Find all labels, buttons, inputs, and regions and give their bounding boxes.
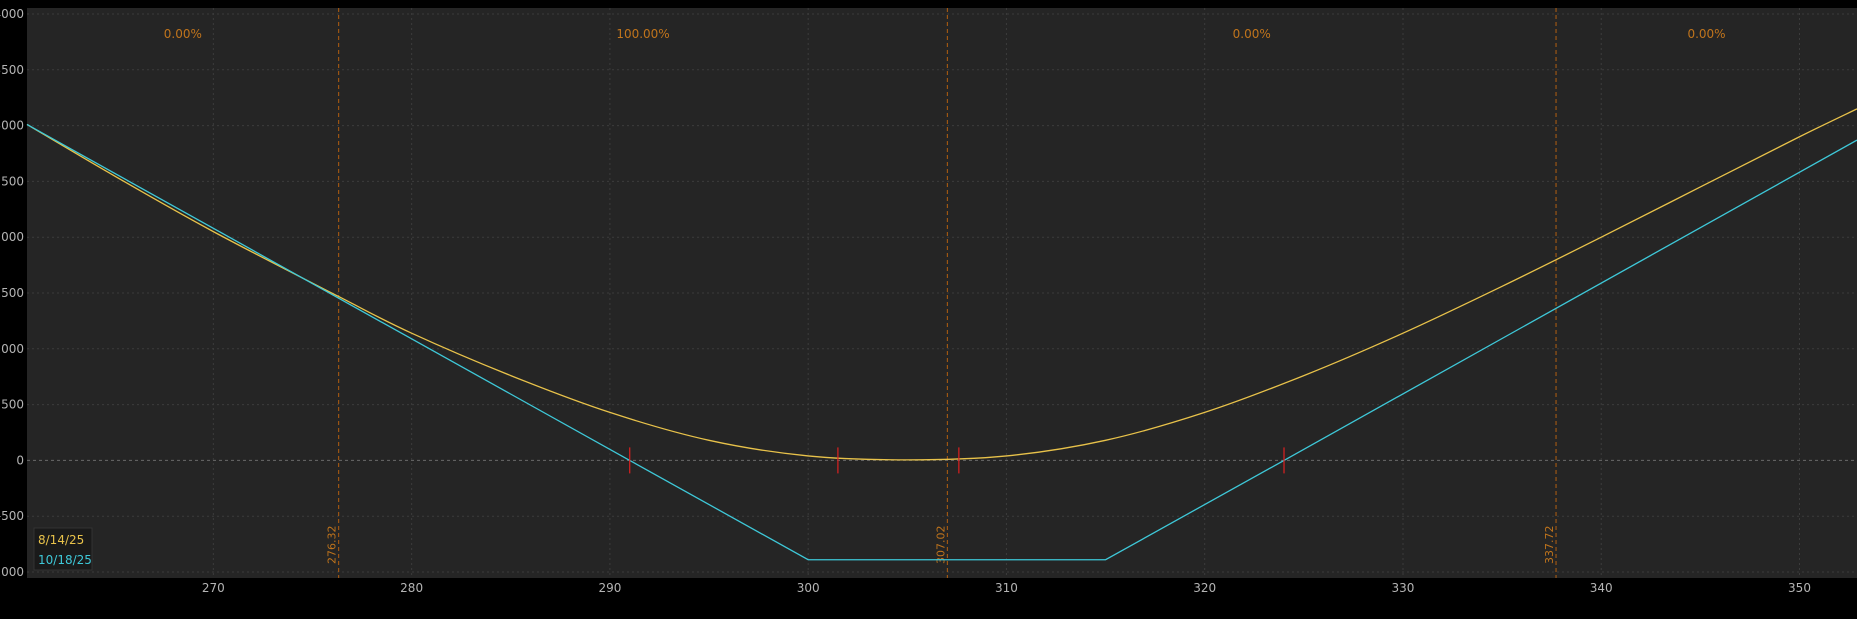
- x-tick-label: 270: [202, 581, 225, 595]
- x-tick-label: 280: [400, 581, 423, 595]
- x-tick-label: 310: [995, 581, 1018, 595]
- y-tick-label: 3500: [0, 63, 24, 77]
- y-tick-label: 1500: [0, 286, 24, 300]
- price-marker-label: 337.72: [1543, 526, 1556, 565]
- y-tick-label: 1000: [0, 342, 24, 356]
- x-tick-label: 300: [797, 581, 820, 595]
- y-tick-label: 3000: [0, 119, 24, 133]
- price-marker-label: 307.02: [934, 526, 947, 565]
- y-tick-label: -500: [0, 509, 24, 523]
- zone-probability-label: 0.00%: [1233, 27, 1271, 41]
- x-tick-label: 350: [1788, 581, 1811, 595]
- pnl-chart: 0.00% 100.00% 0.00% 0.00% 276.32 307.02 337.7…: [0, 0, 1857, 615]
- zone-probability-label: 100.00%: [616, 27, 669, 41]
- y-tick-label: 2000: [0, 230, 24, 244]
- legend-item-8-14-25[interactable]: 8/14/25: [38, 533, 84, 547]
- zone-probability-label: 0.00%: [164, 27, 202, 41]
- y-tick-label: 0: [16, 453, 24, 467]
- y-tick-label: 500: [1, 398, 24, 412]
- chart-svg: 0.00% 100.00% 0.00% 0.00% 276.32 307.02 337.7…: [0, 0, 1857, 615]
- price-marker-label: 276.32: [326, 526, 339, 565]
- x-tick-label: 320: [1193, 581, 1216, 595]
- x-tick-label: 290: [598, 581, 621, 595]
- legend-item-10-18-25[interactable]: 10/18/25: [38, 553, 92, 567]
- legend: 8/14/25 10/18/25: [33, 527, 93, 571]
- zone-probability-label: 0.00%: [1687, 27, 1725, 41]
- y-tick-label: 2500: [0, 174, 24, 188]
- y-tick-label: 4000: [0, 7, 24, 21]
- x-tick-label: 330: [1392, 581, 1415, 595]
- x-tick-label: 340: [1590, 581, 1613, 595]
- y-tick-label: -1000: [0, 565, 24, 579]
